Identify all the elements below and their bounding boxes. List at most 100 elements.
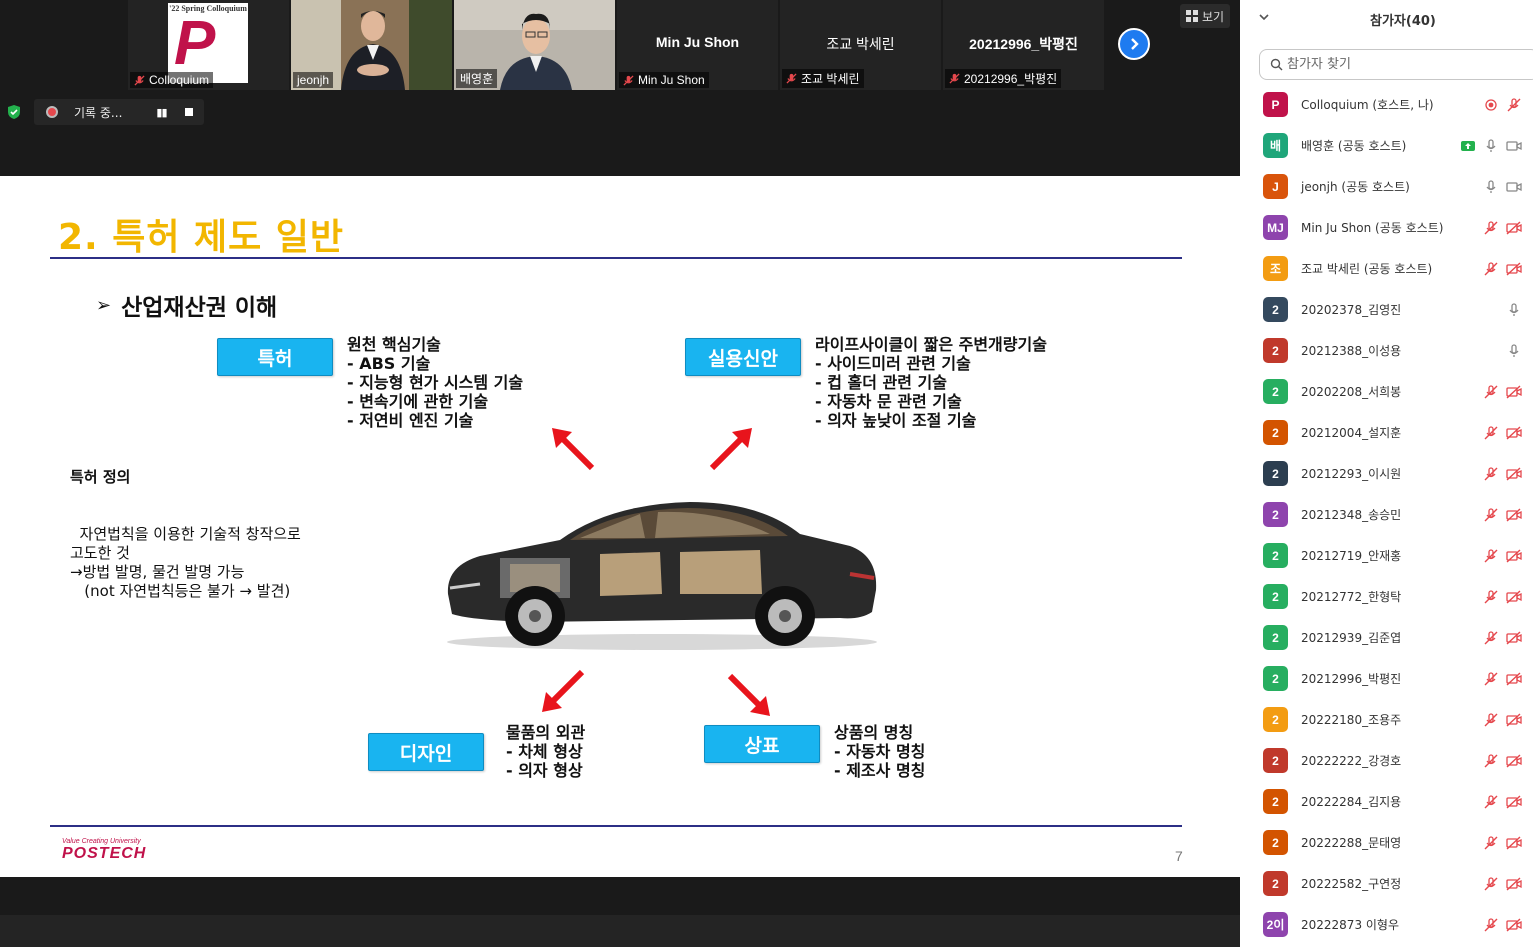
- view-button[interactable]: 보기: [1180, 4, 1231, 28]
- camera-off-icon[interactable]: [1506, 794, 1522, 810]
- mic-off-icon[interactable]: [1483, 917, 1499, 933]
- category-utility-model-desc: 라이프사이클이 짧은 주변개량기술 - 사이드미러 관련 기술 - 컵 홀더 관…: [815, 335, 1047, 430]
- mic-off-icon[interactable]: [1483, 794, 1499, 810]
- mic-off-icon[interactable]: [1483, 220, 1499, 236]
- camera-off-icon[interactable]: [1506, 261, 1522, 277]
- category-trademark: 상표: [704, 725, 820, 763]
- participant-row[interactable]: 2 20202378_김영진: [1240, 289, 1533, 330]
- chevron-down-icon[interactable]: [1258, 11, 1270, 23]
- mic-off-icon[interactable]: [1483, 384, 1499, 400]
- participant-row[interactable]: 2 20212719_안재홍: [1240, 535, 1533, 576]
- mic-off-icon[interactable]: [1483, 835, 1499, 851]
- camera-off-icon[interactable]: [1506, 876, 1522, 892]
- participants-title: 참가자(40): [1370, 14, 1436, 29]
- participant-row[interactable]: MJ Min Ju Shon (공동 호스트): [1240, 207, 1533, 248]
- camera-off-icon[interactable]: [1506, 466, 1522, 482]
- colloquium-logo: '22 Spring Colloquium P: [168, 3, 248, 83]
- tile-name: jeonjh: [297, 73, 330, 87]
- tile-label: Min Ju Shon: [619, 72, 709, 88]
- participant-row[interactable]: 2 20212772_한형탁: [1240, 576, 1533, 617]
- mic-off-icon[interactable]: [1483, 425, 1499, 441]
- participant-row[interactable]: P Colloquium (호스트, 나): [1240, 84, 1533, 125]
- video-tile-active-speaker[interactable]: 배영훈: [454, 0, 615, 90]
- slide-page-number: 7: [1175, 848, 1183, 864]
- pause-recording-button[interactable]: ▮▮: [156, 106, 167, 119]
- mic-off-icon[interactable]: [1483, 589, 1499, 605]
- camera-off-icon[interactable]: [1506, 384, 1522, 400]
- tile-label: jeonjh: [293, 72, 334, 88]
- participant-name: Colloquium (호스트, 나): [1301, 98, 1434, 112]
- meeting-area: '22 Spring Colloquium P Colloquium jeonj…: [0, 0, 1240, 947]
- search-input[interactable]: [1287, 57, 1517, 72]
- camera-off-icon[interactable]: [1506, 835, 1522, 851]
- mic-off-icon[interactable]: [1506, 97, 1522, 113]
- camera-off-icon[interactable]: [1506, 507, 1522, 523]
- participant-row[interactable]: Jjeonjh (공동 호스트): [1240, 166, 1533, 207]
- screen-share-icon[interactable]: [1460, 138, 1476, 154]
- mic-icon[interactable]: [1483, 179, 1499, 195]
- participant-row[interactable]: 2 20212939_김준엽: [1240, 617, 1533, 658]
- camera-off-icon[interactable]: [1506, 917, 1522, 933]
- participant-row[interactable]: 조 조교 박세린 (공동 호스트): [1240, 248, 1533, 289]
- participant-row[interactable]: 배 배영훈 (공동 호스트): [1240, 125, 1533, 166]
- camera-off-icon[interactable]: [1506, 712, 1522, 728]
- participant-row[interactable]: 2 20222284_김지용: [1240, 781, 1533, 822]
- tile-label: 배영훈: [456, 69, 498, 88]
- camera-off-icon[interactable]: [1506, 630, 1522, 646]
- recording-icon[interactable]: [1483, 97, 1499, 113]
- camera-off-icon[interactable]: [1506, 220, 1522, 236]
- mic-off-icon[interactable]: [1483, 671, 1499, 687]
- mic-off-icon[interactable]: [1483, 466, 1499, 482]
- video-tile-min-ju-shon[interactable]: Min Ju Shon Min Ju Shon: [617, 0, 778, 90]
- camera-off-icon[interactable]: [1506, 425, 1522, 441]
- video-tile-student[interactable]: 20212996_박평진 20212996_박평진: [943, 0, 1104, 90]
- avatar: 2: [1263, 666, 1288, 691]
- camera-off-icon[interactable]: [1506, 753, 1522, 769]
- mic-off-icon[interactable]: [1483, 712, 1499, 728]
- camera-off-icon[interactable]: [1506, 589, 1522, 605]
- video-tile-jeonjh[interactable]: jeonjh: [291, 0, 452, 90]
- recording-label: 기록 중...: [74, 105, 123, 120]
- mic-icon[interactable]: [1506, 302, 1522, 318]
- mic-off-icon[interactable]: [1483, 753, 1499, 769]
- participant-row[interactable]: 2 20222180_조용주: [1240, 699, 1533, 740]
- title-divider: [50, 257, 1182, 259]
- participant-row[interactable]: 2 20212348_송승민: [1240, 494, 1533, 535]
- camera-off-icon[interactable]: [1506, 548, 1522, 564]
- stop-recording-button[interactable]: [184, 108, 193, 116]
- mic-icon[interactable]: [1483, 138, 1499, 154]
- grid-icon: [1186, 10, 1198, 22]
- mic-icon[interactable]: [1506, 343, 1522, 359]
- mic-off-icon[interactable]: [1483, 548, 1499, 564]
- mic-off-icon[interactable]: [1483, 261, 1499, 277]
- security-shield-icon[interactable]: [6, 104, 22, 120]
- mic-off-icon: [623, 74, 634, 86]
- avatar: MJ: [1263, 215, 1288, 240]
- zoom-window: '22 Spring Colloquium P Colloquium jeonj…: [0, 0, 1533, 947]
- camera-icon[interactable]: [1506, 138, 1522, 154]
- next-page-button[interactable]: [1118, 28, 1150, 60]
- camera-off-icon[interactable]: [1506, 671, 1522, 687]
- participant-row[interactable]: 2 20222582_구연정: [1240, 863, 1533, 904]
- tile-name: Min Ju Shon: [638, 73, 705, 87]
- participant-row[interactable]: 2 20212996_박평진: [1240, 658, 1533, 699]
- camera-icon[interactable]: [1506, 179, 1522, 195]
- participant-row[interactable]: 2 20202208_서희봉: [1240, 371, 1533, 412]
- participant-row[interactable]: 2 20212293_이시원: [1240, 453, 1533, 494]
- participant-row[interactable]: 2이 20222873 이형우: [1240, 904, 1533, 945]
- mic-off-icon[interactable]: [1483, 630, 1499, 646]
- participant-row[interactable]: 2 20222288_문태영: [1240, 822, 1533, 863]
- avatar: 2: [1263, 625, 1288, 650]
- view-label: 보기: [1202, 9, 1225, 24]
- participant-row[interactable]: 2 20212004_설지훈: [1240, 412, 1533, 453]
- avatar: 2: [1263, 707, 1288, 732]
- participant-name: 20212348_송승민: [1301, 508, 1402, 522]
- participant-row[interactable]: 2 20222222_강경호: [1240, 740, 1533, 781]
- participant-search[interactable]: [1259, 49, 1533, 80]
- mic-off-icon[interactable]: [1483, 876, 1499, 892]
- video-tile-colloquium[interactable]: '22 Spring Colloquium P Colloquium: [128, 0, 289, 90]
- mic-off-icon[interactable]: [1483, 507, 1499, 523]
- avatar: 2: [1263, 830, 1288, 855]
- participant-row[interactable]: 2 20212388_이성용: [1240, 330, 1533, 371]
- video-tile-assistant[interactable]: 조교 박세린 조교 박세린: [780, 0, 941, 90]
